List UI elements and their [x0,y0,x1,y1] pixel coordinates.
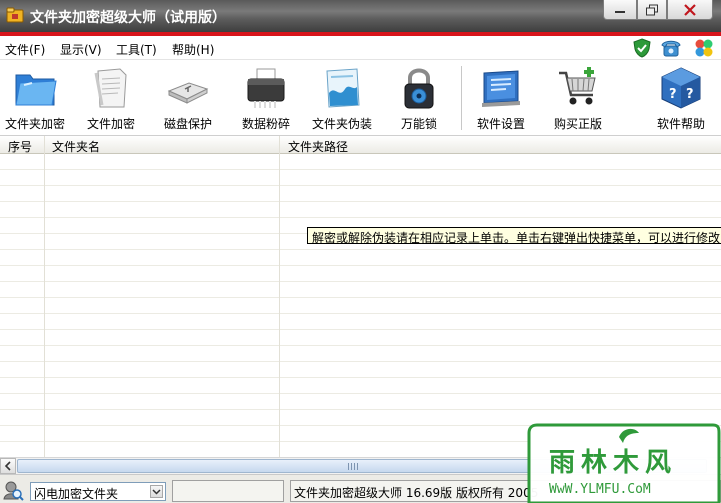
close-button[interactable] [667,0,713,20]
toolbar-separator [461,66,462,130]
encrypt-mode-select[interactable]: 闪电加密文件夹 [30,482,166,501]
app-logo-icon [6,7,24,23]
status-panel-empty [172,480,284,502]
padlock-icon [404,68,434,109]
menu-help[interactable]: 帮助(H) [172,41,214,58]
folder-encrypt-button[interactable]: 文件夹加密 [0,60,70,136]
software-settings-button[interactable]: 软件设置 [466,60,536,136]
menu-view[interactable]: 显示(V) [60,41,102,58]
window-title: 文件夹加密超级大师（试用版） [30,10,226,26]
toolbar-label: 数据粉碎 [241,117,290,131]
toolbar-label: 软件设置 [476,117,525,131]
copyright-text: 文件夹加密超级大师 16.69版 版权所有 2005 [294,486,539,500]
grip-icon [348,463,358,470]
dropdown-arrow[interactable] [150,485,163,498]
restore-button[interactable] [637,0,667,20]
column-header-folder-name[interactable]: 文件夹名 [52,138,100,155]
help-cube-icon: ? ? [661,67,701,109]
svg-text:?: ? [669,87,677,102]
encrypt-mode-value: 闪电加密文件夹 [34,487,119,501]
toolbar-label: 文件夹伪装 [311,117,372,131]
menu-file[interactable]: 文件(F) [5,41,45,58]
phone-icon[interactable] [661,38,681,58]
column-header-index[interactable]: 序号 [8,138,32,155]
shredder-icon [247,68,285,108]
settings-panel-icon [482,70,520,107]
minimize-button[interactable] [603,0,637,20]
shield-check-icon[interactable] [632,38,652,58]
watermark-logo: 雨林木风 WwW.YLMFU.CoM [527,423,721,503]
menu-bar: 文件(F) 显示(V) 工具(T) 帮助(H) [0,36,721,60]
toolbar-label: 磁盘保护 [163,117,212,131]
arrow-left-icon [4,461,11,471]
buy-license-button[interactable]: 购买正版 [543,60,613,136]
scroll-left-button[interactable] [0,458,16,474]
folder-disguise-button[interactable]: 文件夹伪装 [307,60,377,136]
hint-tooltip: 解密或解除伪装请在相应记录上单击。单击右键弹出快捷菜单，可以进行修改 [307,227,721,245]
software-help-button[interactable]: ? ? 软件帮助 [646,60,716,136]
toolbar-label: 文件夹加密 [4,117,65,131]
minimize-icon [615,10,625,13]
data-shred-button[interactable]: 数据粉碎 [231,60,301,136]
toolbar: 文件夹加密 文件加密 磁盘保护 数据粉碎 文件夹伪装 万能锁 软件设置 购买正版… [0,60,721,136]
universal-lock-button[interactable]: 万能锁 [384,60,454,136]
clover-icon[interactable] [694,38,714,58]
folder-table[interactable]: 序号 文件夹名 文件夹路径 解密或解除伪装请在相应记录上单击。单击右键弹出快捷菜… [0,136,721,457]
title-bar: 文件夹加密超级大师（试用版） [0,0,721,32]
usb-disk-icon [167,82,209,104]
table-rows[interactable] [0,154,721,457]
file-encrypt-button[interactable]: 文件加密 [76,60,146,136]
toolbar-label: 文件加密 [86,117,135,131]
watermark-url: WwW.YLMFU.CoM [549,482,651,497]
disk-protect-button[interactable]: 磁盘保护 [153,60,223,136]
document-icon [94,68,127,108]
restore-icon [646,4,658,15]
watermark-text: 雨林木风 [549,448,677,478]
disguise-folder-icon [326,68,360,108]
folder-icon [15,74,57,106]
close-icon [684,3,696,16]
column-header-folder-path[interactable]: 文件夹路径 [288,138,348,155]
column-divider[interactable] [44,136,45,457]
toolbar-label: 软件帮助 [656,117,705,131]
table-header: 序号 文件夹名 文件夹路径 [0,136,721,154]
toolbar-label: 万能锁 [400,117,437,131]
toolbar-label: 购买正版 [553,117,602,131]
column-divider[interactable] [279,136,280,457]
search-user-icon[interactable] [2,479,24,501]
menu-tools[interactable]: 工具(T) [116,41,157,58]
chevron-down-icon [152,489,161,495]
shopping-cart-icon [559,67,596,105]
svg-text:?: ? [686,87,694,102]
